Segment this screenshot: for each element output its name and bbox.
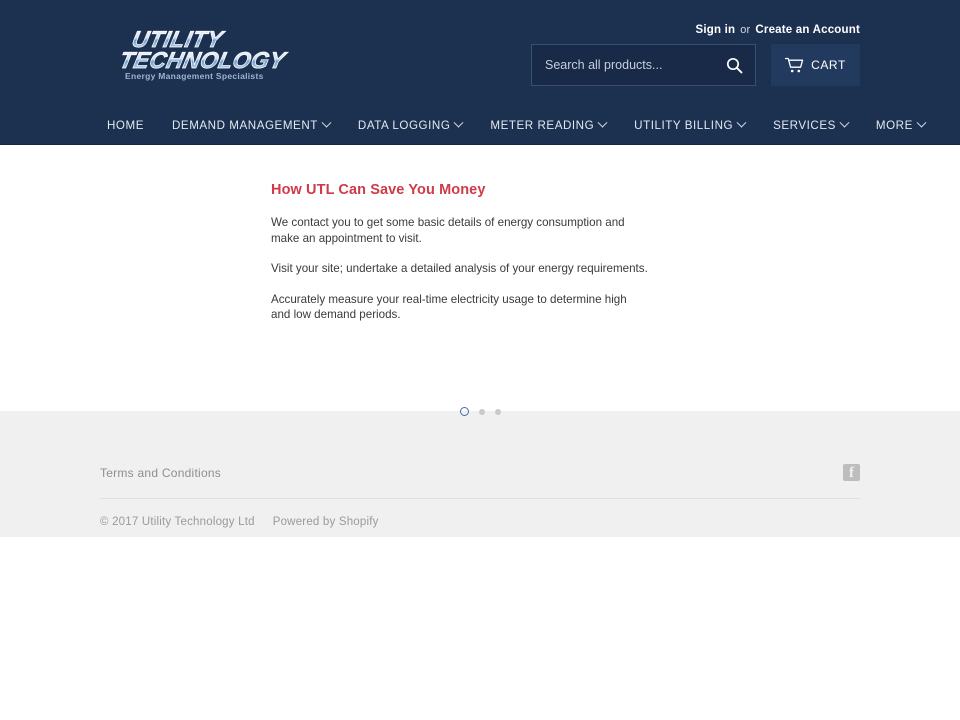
nav-label: UTILITY BILLING — [634, 118, 734, 132]
slide-dot-1[interactable] — [459, 407, 469, 416]
site-logo[interactable]: UTILITY TECHNOLOGY Energy Management Spe… — [117, 22, 317, 84]
powered-by-shopify-link[interactable]: Powered by Shopify — [273, 516, 379, 528]
header-inner: UTILITY TECHNOLOGY Energy Management Spe… — [100, 0, 860, 105]
chevron-down-icon — [453, 117, 464, 128]
nav-label: DEMAND MANAGEMENT — [171, 118, 318, 132]
copyright-text: © 2017 Utility Technology Ltd — [100, 516, 255, 528]
nav-items-container: HOME DEMAND MANAGEMENT DATA LOGGING METE… — [100, 105, 927, 145]
nav-label: MORE — [875, 118, 913, 132]
nav-label: HOME — [107, 118, 144, 132]
nav-label: SERVICES — [773, 118, 836, 132]
footer-inner: Terms and Conditions f © 2017 Utility Te… — [100, 464, 860, 528]
search-form — [531, 44, 756, 86]
shopping-cart-icon — [785, 57, 804, 72]
cart-button[interactable]: CART — [771, 44, 860, 86]
chevron-down-icon — [597, 117, 608, 128]
site-header: UTILITY TECHNOLOGY Energy Management Spe… — [0, 0, 960, 105]
nav-label: DATA LOGGING — [357, 118, 451, 132]
chevron-down-icon — [736, 117, 747, 128]
nav-item-data-logging[interactable]: DATA LOGGING — [344, 105, 477, 145]
account-separator: or — [740, 24, 751, 36]
nav-item-services[interactable]: SERVICES — [759, 105, 862, 145]
nav-label: METER READING — [490, 118, 595, 132]
account-links: Sign in or Create an Account — [695, 24, 860, 36]
nav-item-home[interactable]: HOME — [100, 105, 158, 145]
create-account-link[interactable]: Create an Account — [755, 24, 860, 36]
cart-label: CART — [811, 58, 846, 72]
slide-paragraph: Accurately measure your real-time electr… — [271, 292, 627, 322]
logo-graphic: UTILITY TECHNOLOGY Energy Management Spe… — [117, 26, 291, 81]
footer-top-row: Terms and Conditions f — [100, 464, 860, 499]
footer-bottom-row: © 2017 Utility Technology Ltd Powered by… — [100, 499, 860, 528]
slide-paragraph: We contact you to get some basic details… — [271, 216, 625, 245]
slide-title: How UTL Can Save You Money — [271, 182, 486, 198]
slide-paragraph: Visit your site; undertake a detailed an… — [271, 262, 648, 275]
main-navigation: HOME DEMAND MANAGEMENT DATA LOGGING METE… — [0, 105, 960, 145]
slide-dot-2[interactable] — [478, 408, 485, 415]
svg-text:Energy Management Specialists: Energy Management Specialists — [125, 71, 264, 81]
nav-item-meter-reading[interactable]: METER READING — [476, 105, 620, 145]
slideshow: How UTL Can Save You Money We contact yo… — [100, 145, 860, 416]
search-input[interactable] — [532, 45, 713, 85]
slide-dot-3[interactable] — [494, 408, 501, 415]
terms-and-conditions-link[interactable]: Terms and Conditions — [100, 466, 221, 480]
search-submit-button[interactable] — [713, 45, 755, 85]
chevron-down-icon — [839, 117, 850, 128]
slideshow-pagination — [100, 407, 860, 416]
facebook-glyph: f — [849, 465, 854, 481]
site-footer: Terms and Conditions f © 2017 Utility Te… — [0, 411, 960, 537]
nav-item-utility-billing[interactable]: UTILITY BILLING — [620, 105, 759, 145]
nav-item-demand-management[interactable]: DEMAND MANAGEMENT — [158, 105, 344, 145]
facebook-icon[interactable]: f — [843, 464, 860, 481]
slide-content: How UTL Can Save You Money We contact yo… — [100, 182, 650, 323]
chevron-down-icon — [321, 117, 332, 128]
sign-in-link[interactable]: Sign in — [695, 24, 735, 36]
search-icon — [726, 57, 742, 73]
main-content: How UTL Can Save You Money We contact yo… — [0, 145, 960, 416]
social-links: f — [843, 464, 860, 481]
chevron-down-icon — [916, 117, 927, 128]
nav-item-more[interactable]: MORE — [862, 105, 939, 145]
svg-text:TECHNOLOGY: TECHNOLOGY — [122, 47, 290, 73]
